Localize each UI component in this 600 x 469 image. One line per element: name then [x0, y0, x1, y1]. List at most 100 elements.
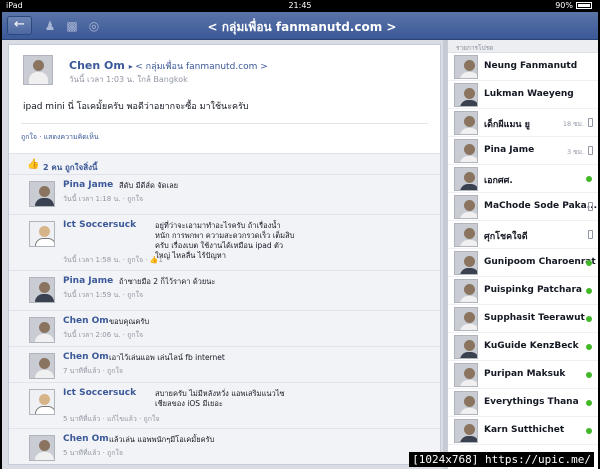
friend-last-active: 18 ซม. — [562, 120, 584, 128]
comment-avatar[interactable] — [29, 389, 55, 415]
friend-avatar — [454, 223, 478, 247]
comment-avatar[interactable] — [29, 221, 55, 247]
post-author-name[interactable]: Chen Om — [69, 59, 125, 72]
friend-name: เด็กผีแมน ยู — [484, 120, 530, 130]
notifications-globe-icon[interactable]: ◎ — [86, 18, 102, 34]
battery-indicator: 90% — [555, 1, 592, 10]
top-navbar: ← ♟ ▩ ◎ < กลุ่มเพื่อน fanmanutd.com > — [2, 12, 598, 40]
friend-name: Lukman Waeyeng — [484, 89, 574, 99]
friend-name: เอกศศ. — [484, 176, 513, 186]
friend-avatar — [454, 195, 478, 219]
post-group-link[interactable]: < กลุ่มเพื่อน fanmanutd.com > — [135, 62, 268, 72]
friend-last-active: 3 ซม. — [567, 148, 584, 156]
friend-row[interactable]: Neung Fanmanutd — [448, 53, 598, 81]
clock: 21:45 — [288, 1, 312, 10]
mobile-status-icon — [588, 230, 593, 239]
post-actions[interactable]: ถูกใจ · แสดงความคิดเห็น — [21, 123, 428, 145]
friend-avatar — [454, 83, 478, 107]
battery-percent: 90% — [555, 1, 573, 10]
comment-author[interactable]: Ict Soccersuck — [63, 220, 136, 230]
online-status-icon — [586, 400, 592, 406]
comment-avatar[interactable] — [29, 181, 55, 207]
post-author-avatar[interactable] — [23, 55, 53, 85]
online-status-icon — [586, 428, 592, 434]
online-status-icon — [586, 176, 592, 182]
comment-text: สบายครับ ไม่มีหลังหวั่ง แอพเสริมแนวไซเชี… — [155, 389, 285, 408]
friend-name: Neung Fanmanutd — [484, 61, 578, 71]
friend-avatar — [454, 167, 478, 191]
online-status-icon — [586, 316, 592, 322]
friend-row[interactable]: Puripan Maksuk — [448, 361, 598, 389]
comment-meta: วันนี้ เวลา 2:06 น. · ถูกใจ — [63, 331, 144, 339]
friend-row[interactable]: Supphasit Teerawut — [448, 305, 598, 333]
friend-name: MaChode Sode Paka... — [484, 201, 597, 211]
comment-avatar[interactable] — [29, 317, 55, 343]
comment-author[interactable]: Pina Jame — [63, 276, 113, 286]
online-status-icon — [586, 260, 592, 266]
online-status-icon — [586, 288, 592, 294]
friend-name: Pina Jame — [484, 145, 535, 155]
back-button[interactable]: ← — [7, 16, 32, 35]
post-text: ipad mini นี่ โอเคมั้ยครับ พอดีว่าอยากจะ… — [23, 102, 249, 112]
ipad-screen: iPad 21:45 90% ← ♟ ▩ ◎ < กลุ่มเพื่อน fan… — [2, 0, 598, 469]
friend-row[interactable]: เด็กผีแมน ยู 18 ซม. — [448, 109, 598, 137]
comment-author[interactable]: Chen Om — [63, 352, 109, 362]
friend-avatar — [454, 335, 478, 359]
friend-avatar — [454, 55, 478, 79]
friend-row[interactable]: Puispinkg Patchara — [448, 277, 598, 305]
likes-count[interactable]: 2 คน ถูกใจสิ่งนี้ — [43, 161, 98, 174]
friend-row[interactable]: Everythings Thana — [448, 389, 598, 417]
favorites-header: รายการโปรด — [448, 40, 598, 53]
comment-author[interactable]: Pina Jame — [63, 180, 113, 190]
back-arrow-icon: ← — [14, 17, 25, 32]
friend-row[interactable]: KuGuide KenzBeck — [448, 333, 598, 361]
friend-name: KuGuide KenzBeck — [484, 341, 579, 351]
comment: Pina Jame ถ้าซายมือ 2 ก็ไว้ราคา ด้วยนะ ว… — [9, 271, 440, 311]
friend-name: ศุกโชคใจดี — [484, 232, 528, 242]
online-status-icon — [586, 344, 592, 350]
friend-avatar — [454, 279, 478, 303]
friend-row[interactable]: เอกศศ. — [448, 165, 598, 193]
group-title[interactable]: < กลุ่มเพื่อน fanmanutd.com > — [182, 18, 422, 37]
friend-row[interactable]: MaChode Sode Paka... — [448, 193, 598, 221]
comment-text: สีดับ มีดีส์ด จัดเลย — [119, 181, 179, 190]
friends-list: Neung Fanmanutd Lukman Waeyeng เด็กผีแมน ย… — [448, 53, 598, 445]
friend-name: Karn Sutthichet — [484, 425, 565, 435]
comment-author[interactable]: Chen Om — [63, 316, 109, 326]
messages-icon[interactable]: ▩ — [64, 18, 80, 34]
friend-row[interactable]: ศุกโชคใจดี — [448, 221, 598, 249]
comment-meta: 5 นาทีที่แล้ว · แก้ไขแล้ว · ถูกใจ — [63, 415, 160, 423]
comment-text: ขอบคุณครับ — [109, 317, 150, 326]
post-author[interactable]: Chen Om ▸ < กลุ่มเพื่อน fanmanutd.com > — [69, 59, 268, 73]
friend-name: Puripan Maksuk — [484, 369, 566, 379]
friend-row[interactable]: Pina Jame 3 ซม. — [448, 137, 598, 165]
friend-requests-icon[interactable]: ♟ — [42, 18, 58, 34]
comment-meta: วันนี้ เวลา 1:58 น. · ถูกใจ · 👍1 — [63, 256, 163, 264]
comment-avatar[interactable] — [29, 353, 55, 379]
image-watermark: [1024x768] https://upic.me/ — [409, 452, 594, 467]
comment-text: ถ้าซายมือ 2 ก็ไว้ราคา ด้วยนะ — [119, 277, 216, 286]
friend-avatar — [454, 111, 478, 135]
friend-avatar — [454, 251, 478, 275]
comment-text: แล้วเล่น แอพพนักๆมีโอเคมั้ยครับ — [109, 435, 215, 444]
friend-avatar — [454, 363, 478, 387]
battery-icon — [576, 2, 592, 9]
status-bar: iPad 21:45 90% — [2, 0, 598, 12]
likes-row[interactable]: 👍 2 คน ถูกใจสิ่งนี้ — [9, 153, 440, 175]
mobile-status-icon — [588, 146, 593, 155]
comment-author[interactable]: Chen Om — [63, 434, 109, 444]
comment-avatar[interactable] — [29, 435, 55, 461]
friend-row[interactable]: Lukman Waeyeng — [448, 81, 598, 109]
post-meta: วันนี้ เวลา 1:03 น. ใกล้ Bangkok — [69, 75, 188, 84]
comment-meta: 5 นาทีที่แล้ว · ถูกใจ — [63, 449, 124, 457]
post: Chen Om ▸ < กลุ่มเพื่อน fanmanutd.com > … — [9, 45, 440, 123]
friend-row[interactable]: Karn Sutthichet — [448, 417, 598, 445]
comment-author[interactable]: Ict Soccersuck — [63, 388, 136, 398]
friend-name: Everythings Thana — [484, 397, 579, 407]
chat-sidebar: รายการโปรด Neung Fanmanutd Lukman Waeyeng… — [447, 40, 598, 469]
friend-avatar — [454, 419, 478, 443]
friend-row[interactable]: Gunipoom Charoenrat — [448, 249, 598, 277]
comment-avatar[interactable] — [29, 277, 55, 303]
friend-name: Gunipoom Charoenrat — [484, 257, 596, 267]
comment-meta: 7 นาทีที่แล้ว · ถูกใจ — [63, 367, 124, 375]
